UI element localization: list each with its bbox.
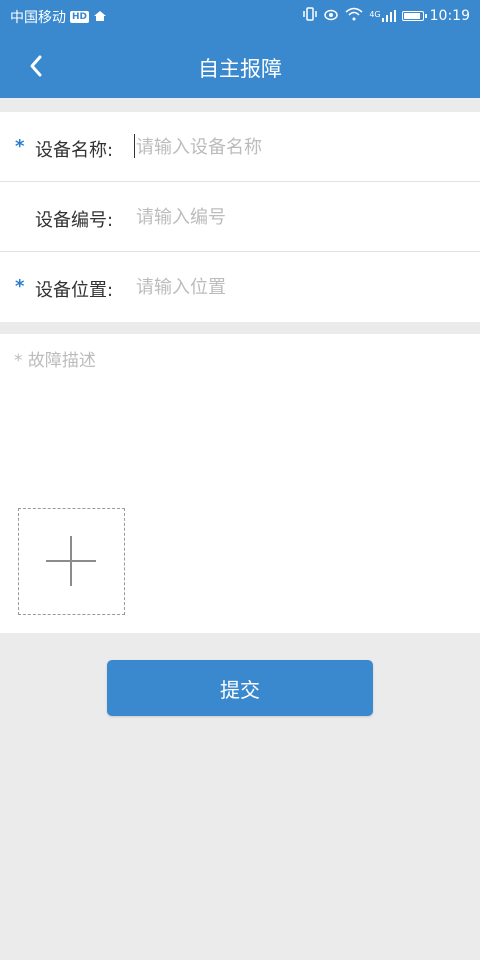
status-bar: 中国移动 HD 4G 10:19 [0, 0, 480, 34]
device-name-input[interactable] [134, 132, 456, 162]
device-form: * 设备名称: 设备编号: * 设备位置: [0, 112, 480, 322]
device-number-row: 设备编号: [0, 182, 480, 252]
wifi-icon [345, 7, 363, 25]
plus-icon [46, 536, 96, 586]
header: 自主报障 [0, 34, 480, 98]
fault-description-input[interactable] [14, 346, 464, 496]
device-number-label: 设备编号: [35, 210, 114, 231]
signal-icon: 4G [369, 10, 396, 22]
device-location-label: 设备位置: [35, 280, 114, 301]
text-cursor [134, 134, 135, 158]
device-number-input[interactable] [134, 202, 456, 232]
device-name-label: 设备名称: [35, 140, 114, 161]
hd-badge: HD [70, 11, 90, 23]
status-right: 4G 10:19 [303, 7, 470, 25]
required-mark: * [15, 276, 25, 297]
add-photo-button[interactable] [18, 508, 125, 615]
home-icon [93, 10, 107, 25]
device-name-row: * 设备名称: [0, 112, 480, 182]
network-type: 4G [369, 10, 381, 19]
required-mark: * [15, 136, 25, 157]
carrier-name: 中国移动 [10, 10, 66, 26]
submit-button[interactable]: 提交 [107, 660, 373, 716]
device-location-input[interactable] [134, 272, 456, 302]
battery-icon [401, 11, 427, 21]
device-location-row: * 设备位置: [0, 252, 480, 322]
vibrate-icon [303, 7, 318, 25]
page-title: 自主报障 [198, 57, 282, 81]
clock: 10:19 [429, 8, 470, 24]
status-left: 中国移动 HD [10, 7, 107, 27]
fault-description-section [0, 334, 480, 633]
eye-icon [323, 7, 339, 25]
